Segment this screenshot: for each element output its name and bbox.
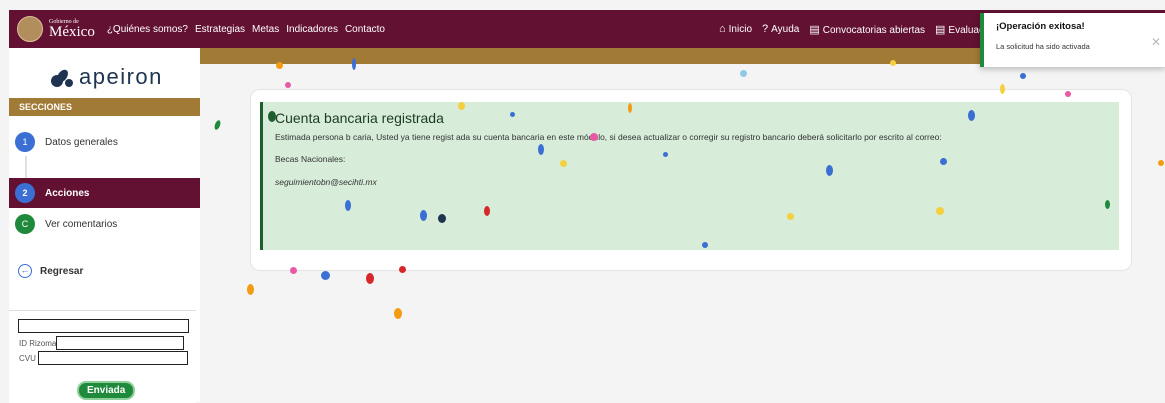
account-form: ID Rizoma CVU Enviada (9, 310, 196, 403)
government-seal-icon[interactable] (17, 16, 43, 42)
nav-link-inicio-label: Inicio (728, 24, 753, 35)
alert-message: Estimada persona b caria, Usted ya tiene… (275, 132, 942, 142)
main-nav: ¿Quiénes somos? Estrategias Metas Indica… (107, 24, 385, 35)
confetti-piece (484, 206, 490, 216)
home-icon: ⌂ (719, 23, 726, 35)
step-label: Datos generales (45, 136, 118, 148)
confetti-piece (1020, 73, 1026, 79)
nav-link-estrategias[interactable]: Estrategias (195, 24, 245, 35)
apeiron-logo-icon (49, 65, 73, 89)
nav-link-evaluacion-label: Evaluac (948, 24, 984, 36)
account-name-field[interactable] (18, 319, 189, 333)
sections-header: SECCIONES (9, 98, 200, 116)
nav-link-evaluacion[interactable]: ▤ Evaluac (935, 23, 984, 36)
confetti-piece (352, 58, 356, 70)
step-label: Acciones (45, 187, 90, 199)
confetti-piece (345, 200, 351, 211)
confetti-piece (276, 62, 283, 69)
bank-account-alert: Cuenta bancaria registrada Estimada pers… (260, 102, 1119, 250)
nav-link-contacto[interactable]: Contacto (345, 24, 385, 35)
id-rizoma-label: ID Rizoma (19, 338, 57, 348)
confetti-piece (510, 112, 515, 117)
confetti-piece (663, 152, 668, 157)
confetti-piece (399, 266, 406, 273)
confetti-piece (560, 160, 567, 167)
apeiron-logo: apeiron (49, 64, 163, 90)
nav-link-ayuda[interactable]: ? Ayuda (762, 23, 799, 35)
nav-right-links: ⌂ Inicio ? Ayuda ▤ Convocatorias abiertas ▤… (719, 10, 984, 48)
confetti-piece (321, 271, 330, 280)
confetti-piece (213, 119, 222, 131)
nav-link-indicadores[interactable]: Indicadores (286, 24, 338, 35)
nav-link-convocatorias[interactable]: ▤ Convocatorias abiertas (809, 23, 925, 36)
nav-link-convocatorias-label: Convocatorias abiertas (822, 24, 926, 36)
toast-message: La solicitud ha sido activada (996, 42, 1090, 51)
cvu-label: CVU (19, 353, 36, 363)
step-number-badge: C (15, 214, 35, 234)
alert-program: Becas Nacionales: (275, 154, 346, 164)
confetti-piece (1105, 200, 1110, 209)
confetti-piece (290, 267, 297, 274)
back-label: Regresar (40, 265, 84, 277)
confetti-piece (787, 213, 794, 220)
step-label: Ver comentarios (45, 218, 118, 230)
document-icon: ▤ (809, 23, 820, 36)
confetti-piece (826, 165, 833, 176)
confetti-piece (268, 111, 276, 122)
nav-link-metas[interactable]: Metas (252, 24, 279, 35)
step-number-badge: 1 (15, 132, 35, 152)
nav-link-ayuda-label: Ayuda (771, 24, 800, 35)
confetti-piece (740, 70, 747, 77)
step-acciones[interactable]: 2 Acciones (9, 178, 200, 208)
confetti-piece (1158, 160, 1164, 166)
cvu-row: CVU (19, 351, 188, 365)
confetti-piece (1065, 91, 1071, 97)
confetti-piece (936, 207, 944, 215)
gobierno-logo[interactable]: Gobierno de México (49, 19, 95, 40)
help-icon: ? (762, 23, 769, 35)
confetti-piece (420, 210, 427, 221)
confetti-piece (438, 214, 446, 223)
close-icon[interactable]: ✕ (1151, 35, 1161, 49)
id-rizoma-row: ID Rizoma (19, 336, 185, 350)
confetti-piece (366, 273, 374, 284)
cvu-field[interactable] (37, 351, 188, 365)
confetti-piece (890, 60, 896, 66)
step-datos-generales[interactable]: 1 Datos generales (9, 128, 200, 156)
alert-email[interactable]: seguimientobn@secihti.mx (275, 177, 377, 187)
brand-name-text: México (49, 23, 95, 40)
id-rizoma-field[interactable] (56, 336, 185, 350)
toast-title: ¡Operación exitosa! (996, 21, 1085, 32)
document-icon: ▤ (935, 23, 946, 36)
apeiron-logo-text: apeiron (79, 64, 163, 89)
status-badge: Enviada (77, 381, 136, 400)
nav-link-quienes-somos[interactable]: ¿Quiénes somos? (107, 24, 188, 35)
confetti-piece (968, 110, 975, 121)
confetti-piece (247, 284, 254, 295)
success-toast: ¡Operación exitosa! La solicitud ha sido… (980, 13, 1165, 67)
step-number-badge: 2 (15, 183, 35, 203)
confetti-piece (458, 102, 465, 110)
confetti-piece (628, 103, 632, 113)
confetti-piece (702, 242, 708, 248)
confetti-piece (590, 133, 598, 141)
confetti-piece (285, 82, 291, 88)
nav-link-inicio[interactable]: ⌂ Inicio (719, 23, 752, 35)
alert-title: Cuenta bancaria registrada (275, 110, 444, 126)
arrow-left-icon: ← (18, 264, 32, 278)
confetti-piece (538, 144, 544, 155)
confetti-piece (940, 158, 947, 165)
confetti-piece (394, 308, 402, 319)
step-ver-comentarios[interactable]: C Ver comentarios (9, 210, 200, 238)
back-button[interactable]: ← Regresar (18, 264, 83, 278)
confetti-piece (1000, 84, 1005, 94)
sidebar: apeiron SECCIONES 1 Datos generales 2 Ac… (9, 48, 200, 403)
